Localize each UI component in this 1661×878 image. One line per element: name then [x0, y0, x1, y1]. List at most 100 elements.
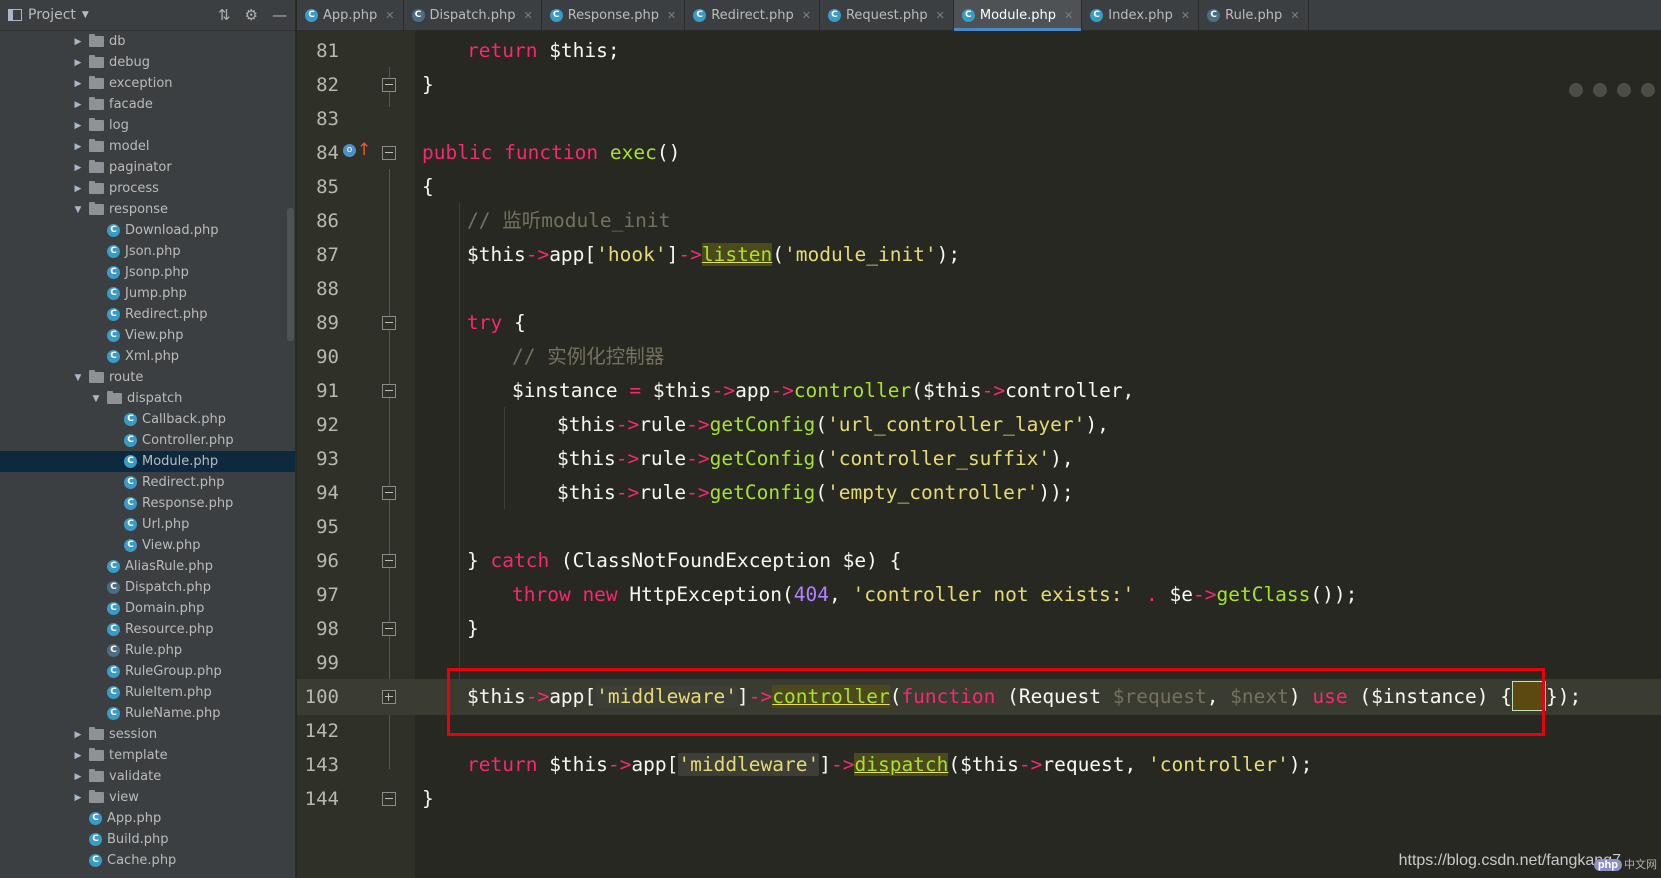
tree-file[interactable]: C Download.php — [0, 220, 295, 241]
tree-folder[interactable]: ▶ validate — [0, 766, 295, 787]
override-markers[interactable]: o ↑ — [343, 142, 371, 159]
code-line[interactable]: 98 } — [297, 611, 1661, 647]
fold-toggle[interactable] — [382, 146, 396, 160]
tree-file[interactable]: C Resource.php — [0, 619, 295, 640]
fold-toggle[interactable] — [382, 792, 396, 806]
tree-file[interactable]: C RuleName.php — [0, 703, 295, 724]
arrow-up-icon[interactable]: ↑ — [357, 142, 371, 159]
tree-file[interactable]: C RuleItem.php — [0, 682, 295, 703]
fold-toggle[interactable] — [382, 384, 396, 398]
chevron-right-icon[interactable]: ▶ — [72, 142, 84, 152]
firefox-icon[interactable] — [1617, 83, 1631, 97]
fold-toggle[interactable] — [382, 486, 396, 500]
tree-file[interactable]: C Cache.php — [0, 850, 295, 871]
tree-file[interactable]: C Jsonp.php — [0, 262, 295, 283]
code-line[interactable]: 82 } — [297, 67, 1661, 103]
chevron-right-icon[interactable]: ▶ — [72, 772, 84, 782]
editor-tab[interactable]: C Dispatch.php ✕ — [404, 0, 542, 30]
code-line-current[interactable]: 100 $this->app['middleware']->controller… — [297, 679, 1661, 715]
code-line[interactable]: 91 $instance = $this->app->controller($t… — [297, 373, 1661, 409]
tree-file[interactable]: C Response.php — [0, 493, 295, 514]
code-line[interactable]: 81 return $this; — [297, 33, 1661, 69]
editor-tab[interactable]: C Response.php ✕ — [542, 0, 686, 30]
chevron-right-icon[interactable]: ▶ — [72, 184, 84, 194]
tree-folder[interactable]: ▶ process — [0, 178, 295, 199]
tree-file[interactable]: C Rule.php — [0, 640, 295, 661]
tree-file[interactable]: C Domain.php — [0, 598, 295, 619]
tree-file[interactable]: C View.php — [0, 535, 295, 556]
fold-toggle[interactable] — [382, 78, 396, 92]
safari-icon[interactable] — [1641, 83, 1655, 97]
tree-file[interactable]: C Callback.php — [0, 409, 295, 430]
tree-folder[interactable]: ▶ view — [0, 787, 295, 808]
editor-tab[interactable]: C Rule.php ✕ — [1199, 0, 1309, 30]
tree-file[interactable]: C Module.php — [0, 451, 295, 472]
code-line[interactable]: 85 { — [297, 169, 1661, 205]
editor-tab[interactable]: C App.php ✕ — [297, 0, 404, 30]
chevron-right-icon[interactable]: ▶ — [72, 37, 84, 47]
code-line[interactable]: 92 $this->rule->getConfig('url_controlle… — [297, 407, 1661, 443]
close-icon[interactable]: ✕ — [1064, 9, 1073, 22]
chevron-right-icon[interactable]: ▶ — [72, 793, 84, 803]
chevron-down-icon[interactable]: ▼ — [82, 10, 89, 20]
tree-folder[interactable]: ▶ log — [0, 115, 295, 136]
tree-folder[interactable]: ▶ paginator — [0, 157, 295, 178]
code-line[interactable]: 143 return $this->app['middleware']->dis… — [297, 747, 1661, 783]
chrome-icon[interactable] — [1569, 83, 1583, 97]
code-line[interactable]: 142 — [297, 713, 1661, 749]
code-line[interactable]: 87 $this->app['hook']->listen('module_in… — [297, 237, 1661, 273]
tree-folder[interactable]: ▶ exception — [0, 73, 295, 94]
chevron-down-icon[interactable]: ▼ — [72, 205, 84, 215]
tree-file[interactable]: C Jump.php — [0, 283, 295, 304]
close-icon[interactable]: ✕ — [1290, 9, 1299, 22]
tree-folder[interactable]: ▼ dispatch — [0, 388, 295, 409]
tree-file[interactable]: C Dispatch.php — [0, 577, 295, 598]
code-line[interactable]: 90 // 实例化控制器 — [297, 339, 1661, 375]
gear-icon[interactable]: ⚙ — [245, 6, 258, 24]
project-panel-header[interactable]: Project ▼ ⇅ ⚙ — — [0, 0, 295, 31]
unfold-toggle[interactable] — [382, 690, 396, 704]
collapse-all-icon[interactable]: ⇅ — [218, 6, 231, 24]
edge-icon[interactable] — [1593, 83, 1607, 97]
fold-toggle[interactable] — [382, 316, 396, 330]
tree-file[interactable]: C App.php — [0, 808, 295, 829]
tree-file[interactable]: C Build.php — [0, 829, 295, 850]
overrides-icon[interactable]: o — [343, 143, 356, 157]
close-icon[interactable]: ✕ — [385, 9, 394, 22]
chevron-right-icon[interactable]: ▶ — [72, 79, 84, 89]
editor-tab[interactable]: C Module.php ✕ — [953, 0, 1083, 31]
code-line[interactable]: 95 — [297, 509, 1661, 545]
chevron-down-icon[interactable]: ▼ — [90, 394, 102, 404]
tree-file[interactable]: C Url.php — [0, 514, 295, 535]
code-line[interactable]: 96 } catch (ClassNotFoundException $e) { — [297, 543, 1661, 579]
fold-toggle[interactable] — [382, 554, 396, 568]
tree-file[interactable]: C RuleGroup.php — [0, 661, 295, 682]
tree-file[interactable]: C Redirect.php — [0, 304, 295, 325]
code-editor[interactable]: 81 return $this; 82 } 83 84 public funct… — [297, 31, 1661, 878]
close-icon[interactable]: ✕ — [1181, 9, 1190, 22]
code-line[interactable]: 86 // 监听module_init — [297, 203, 1661, 239]
tree-folder[interactable]: ▶ model — [0, 136, 295, 157]
tree-file[interactable]: C Json.php — [0, 241, 295, 262]
tree-folder[interactable]: ▼ route — [0, 367, 295, 388]
tree-file[interactable]: C AliasRule.php — [0, 556, 295, 577]
code-line[interactable]: 89 try { — [297, 305, 1661, 341]
code-line[interactable]: 88 — [297, 271, 1661, 307]
sidebar-scrollbar[interactable] — [287, 208, 294, 341]
tree-folder[interactable]: ▶ session — [0, 724, 295, 745]
tree-folder[interactable]: ▶ db — [0, 31, 295, 52]
editor-tab[interactable]: C Index.php ✕ — [1082, 0, 1200, 30]
tree-folder[interactable]: ▼ response — [0, 199, 295, 220]
close-icon[interactable]: ✕ — [667, 9, 676, 22]
close-icon[interactable]: ✕ — [936, 9, 945, 22]
tree-folder[interactable]: ▶ debug — [0, 52, 295, 73]
fold-toggle[interactable] — [382, 622, 396, 636]
chevron-right-icon[interactable]: ▶ — [72, 730, 84, 740]
tree-folder[interactable]: ▶ facade — [0, 94, 295, 115]
tree-file[interactable]: C Redirect.php — [0, 472, 295, 493]
minimize-icon[interactable]: — — [272, 6, 287, 24]
close-icon[interactable]: ✕ — [802, 9, 811, 22]
code-line[interactable]: 93 $this->rule->getConfig('controller_su… — [297, 441, 1661, 477]
chevron-right-icon[interactable]: ▶ — [72, 163, 84, 173]
code-line[interactable]: 83 — [297, 101, 1661, 137]
